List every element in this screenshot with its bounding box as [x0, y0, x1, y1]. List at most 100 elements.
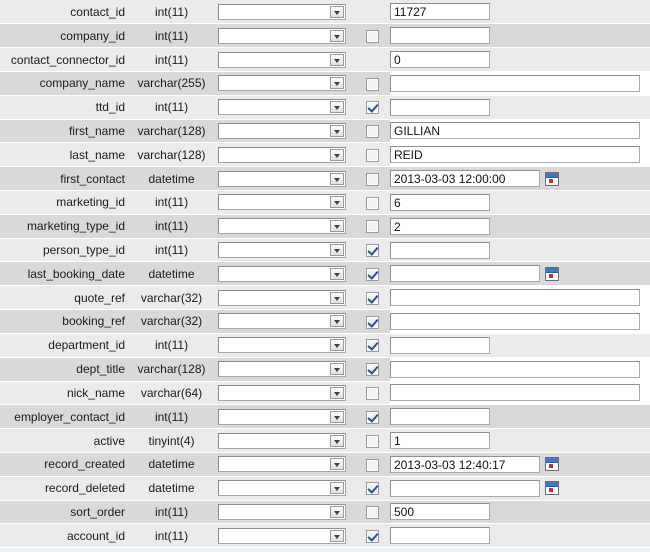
chevron-down-icon[interactable] [330, 315, 344, 328]
chevron-down-icon[interactable] [330, 148, 344, 161]
value-input[interactable] [390, 289, 640, 307]
value-input[interactable] [390, 241, 490, 259]
checkbox-icon[interactable] [366, 268, 379, 281]
value-input[interactable] [390, 74, 640, 92]
calendar-icon[interactable] [545, 266, 559, 281]
chevron-down-icon[interactable] [330, 505, 344, 518]
operator-select[interactable] [218, 313, 346, 330]
chevron-down-icon[interactable] [330, 410, 344, 423]
checkbox-icon[interactable] [366, 244, 379, 258]
operator-select-cell [218, 23, 355, 49]
operator-select[interactable] [218, 337, 346, 354]
checkbox-icon[interactable] [366, 29, 379, 43]
value-input[interactable]: 2 [390, 217, 490, 235]
checkbox-icon[interactable] [366, 220, 379, 234]
chevron-down-icon[interactable] [330, 482, 344, 495]
chevron-down-icon[interactable] [330, 267, 344, 280]
operator-select[interactable] [218, 170, 346, 187]
operator-select[interactable] [218, 265, 346, 282]
value-input[interactable] [390, 408, 490, 426]
checkbox-icon[interactable] [366, 529, 379, 543]
checkbox-icon[interactable] [366, 410, 379, 424]
chevron-down-icon[interactable] [330, 339, 344, 352]
chevron-down-icon[interactable] [330, 53, 344, 66]
chevron-down-icon[interactable] [330, 101, 344, 114]
value-input[interactable] [390, 98, 490, 116]
operator-select[interactable] [218, 289, 346, 306]
value-input[interactable] [390, 27, 490, 45]
field-name-label: dept_title [76, 362, 125, 377]
value-input[interactable] [390, 384, 640, 402]
operator-select[interactable] [218, 432, 346, 449]
operator-select[interactable] [218, 146, 346, 163]
operator-select[interactable] [218, 194, 346, 211]
operator-select[interactable] [218, 242, 346, 259]
checkbox-icon[interactable] [366, 172, 379, 186]
checkbox-icon[interactable] [366, 315, 379, 329]
calendar-icon[interactable] [545, 457, 559, 472]
value-input[interactable] [390, 265, 540, 283]
checkbox-icon[interactable] [366, 434, 379, 448]
checkbox-icon[interactable] [366, 506, 379, 520]
operator-select[interactable] [218, 218, 346, 235]
value-input[interactable] [390, 527, 490, 545]
operator-select[interactable] [218, 527, 346, 544]
checkbox-icon[interactable] [366, 387, 379, 401]
chevron-down-icon[interactable] [330, 196, 344, 209]
operator-select[interactable] [218, 480, 346, 497]
value-input[interactable]: 1 [390, 432, 490, 450]
operator-select[interactable] [218, 3, 346, 20]
value-input[interactable] [390, 360, 640, 378]
value-input[interactable]: 0 [390, 51, 490, 69]
value-input[interactable] [390, 312, 640, 330]
operator-select[interactable] [218, 75, 346, 92]
chevron-down-icon[interactable] [330, 291, 344, 304]
calendar-icon[interactable] [545, 481, 559, 496]
value-input[interactable]: 500 [390, 503, 490, 521]
table-row: sort_order int(11) 500 [0, 500, 650, 525]
chevron-down-icon[interactable] [330, 434, 344, 447]
value-input[interactable]: 11727 [390, 3, 490, 21]
value-input[interactable]: 2013-03-03 12:40:17 [390, 455, 540, 473]
chevron-down-icon[interactable] [330, 458, 344, 471]
checkbox-icon[interactable] [366, 482, 379, 496]
operator-select[interactable] [218, 456, 346, 473]
field-name-cell: last_name [0, 142, 125, 168]
checkbox-icon[interactable] [366, 77, 379, 91]
checkbox-icon[interactable] [366, 339, 379, 353]
checkbox-icon[interactable] [366, 148, 379, 162]
value-input[interactable]: 6 [390, 193, 490, 211]
chevron-down-icon[interactable] [330, 5, 344, 18]
operator-select[interactable] [218, 51, 346, 68]
value-input[interactable]: 2013-03-03 12:00:00 [390, 170, 540, 188]
calendar-header [546, 172, 558, 178]
chevron-down-icon[interactable] [330, 77, 344, 90]
value-cell [390, 523, 650, 549]
chevron-down-icon[interactable] [330, 124, 344, 137]
operator-select[interactable] [218, 384, 346, 401]
operator-select[interactable] [218, 503, 346, 520]
value-input[interactable]: REID [390, 146, 640, 164]
operator-select[interactable] [218, 408, 346, 425]
operator-select[interactable] [218, 361, 346, 378]
calendar-icon[interactable] [545, 171, 559, 186]
checkbox-icon[interactable] [366, 125, 379, 139]
checkbox-icon[interactable] [366, 291, 379, 305]
chevron-down-icon[interactable] [330, 220, 344, 233]
checkbox-icon[interactable] [366, 363, 379, 377]
value-input[interactable] [390, 479, 540, 497]
checkbox-icon[interactable] [366, 196, 379, 210]
chevron-down-icon[interactable] [330, 244, 344, 257]
checkbox-icon[interactable] [366, 101, 379, 115]
value-input[interactable] [390, 336, 490, 354]
chevron-down-icon[interactable] [330, 29, 344, 42]
chevron-down-icon[interactable] [330, 386, 344, 399]
checkbox-icon[interactable] [366, 458, 379, 472]
chevron-down-icon[interactable] [330, 172, 344, 185]
value-input[interactable]: GILLIAN [390, 122, 640, 140]
operator-select[interactable] [218, 122, 346, 139]
chevron-down-icon[interactable] [330, 363, 344, 376]
chevron-down-icon[interactable] [330, 529, 344, 542]
operator-select[interactable] [218, 99, 346, 116]
operator-select[interactable] [218, 27, 346, 44]
